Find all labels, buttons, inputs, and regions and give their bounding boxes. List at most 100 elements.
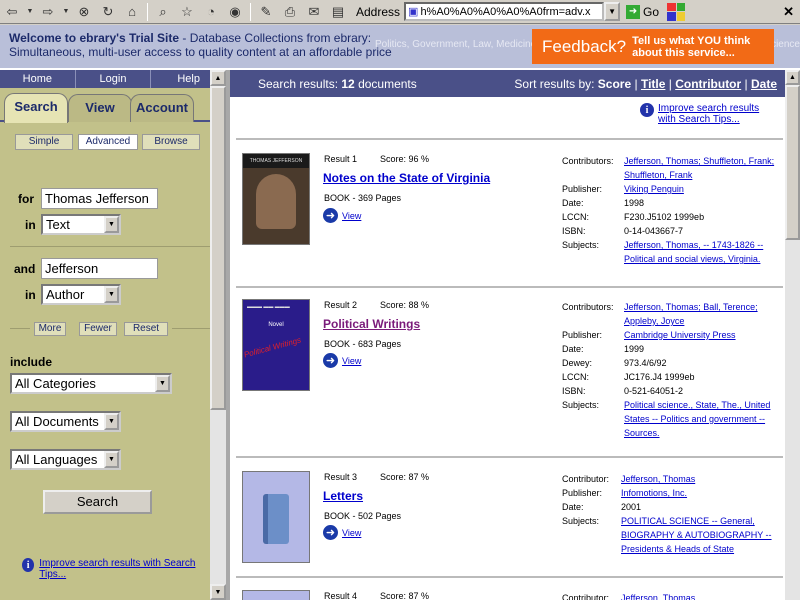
meta-key: ISBN: xyxy=(562,386,586,396)
windows-logo-icon xyxy=(667,2,686,21)
results-tips-link[interactable]: Improve search results with Search Tips.… xyxy=(658,103,768,125)
meta-value: 1999 xyxy=(624,344,645,354)
search-tips-link[interactable]: Improve search results with Search Tips.… xyxy=(39,558,202,580)
cover-red-title: Political Writings xyxy=(242,335,302,360)
feedback-subtitle: Tell us what YOU think about this servic… xyxy=(632,34,751,59)
publisher-link[interactable]: Cambridge University Press xyxy=(624,328,784,342)
feedback-button[interactable]: Feedback? Tell us what YOU think about t… xyxy=(532,29,774,64)
meta-value: 0-14-043667-7 xyxy=(624,226,684,236)
meta-key: Subjects: xyxy=(562,240,600,250)
chevron-down-icon: ▼ xyxy=(104,451,119,468)
meta-key: Publisher: xyxy=(562,184,603,194)
contributor-link[interactable]: Jefferson, Thomas xyxy=(621,472,781,486)
book-cover-image[interactable] xyxy=(242,590,310,600)
result-separator xyxy=(236,456,783,458)
book-cover-image[interactable]: ▬▬▬ ▬▬ ▬▬▬ Novel Political Writings xyxy=(242,299,310,391)
result-type: BOOK - 683 Pages xyxy=(324,339,402,349)
welcome-text: Welcome to ebrary's Trial Site - Databas… xyxy=(9,31,371,45)
field2-select[interactable]: Author ▼ xyxy=(41,284,121,305)
field1-select[interactable]: Text ▼ xyxy=(41,214,121,235)
more-button[interactable]: More xyxy=(34,322,66,336)
sort-contributor-link[interactable]: Contributor xyxy=(675,77,741,91)
contributors-link[interactable]: Jefferson, Thomas; Ball, Terence; Appleb… xyxy=(624,300,784,328)
arrow-right-icon: ➜ xyxy=(323,208,338,223)
documents-select[interactable]: All Documents ▼ xyxy=(10,411,121,432)
tab-account[interactable]: Account xyxy=(130,94,194,122)
forward-icon[interactable]: ⇨ xyxy=(38,3,58,21)
view-button[interactable]: ➜ View xyxy=(323,208,361,223)
meta-value: JC176.J4 1999eb xyxy=(624,372,695,382)
result-title-link[interactable]: Notes on the State of Virginia xyxy=(323,171,490,185)
edit-icon[interactable]: ✎ xyxy=(256,3,276,21)
stop-icon[interactable]: ⊗ xyxy=(74,3,94,21)
scroll-up-icon[interactable]: ▲ xyxy=(210,70,226,86)
subjects-link[interactable]: Jefferson, Thomas, -- 1743-1826 -- Polit… xyxy=(624,238,784,266)
back-dropdown-icon[interactable]: ▼ xyxy=(26,3,34,21)
refresh-icon[interactable]: ↻ xyxy=(98,3,118,21)
tab-view[interactable]: View xyxy=(68,94,132,122)
forward-dropdown-icon[interactable]: ▼ xyxy=(62,3,70,21)
publisher-link[interactable]: Infomotions, Inc. xyxy=(621,486,781,500)
toolbar-separator xyxy=(147,2,148,21)
media-icon[interactable]: ◉ xyxy=(225,3,245,21)
result-title-link[interactable]: Letters xyxy=(323,489,363,503)
scroll-up-icon[interactable]: ▲ xyxy=(785,70,800,85)
nav-home[interactable]: Home xyxy=(0,70,76,88)
sort-controls: Sort results by: Score | Title | Contrib… xyxy=(514,76,777,91)
view-link[interactable]: View xyxy=(342,528,361,538)
contributors-link[interactable]: Jefferson, Thomas; Shuffleton, Frank; Sh… xyxy=(624,154,784,182)
reset-button[interactable]: Reset xyxy=(124,322,168,336)
categories-select[interactable]: All Categories ▼ xyxy=(10,373,172,394)
subtab-advanced[interactable]: Advanced xyxy=(78,134,138,150)
welcome-bold: Welcome to ebrary's Trial Site xyxy=(9,31,180,45)
print-icon[interactable]: ⎙ xyxy=(280,3,300,21)
mail-icon[interactable]: ✉ xyxy=(304,3,324,21)
query1-input[interactable]: Thomas Jefferson xyxy=(41,188,158,209)
meta-value: F230.J5102 1999eb xyxy=(624,212,705,222)
contributor-link[interactable]: Jefferson, Thomas xyxy=(621,591,781,600)
result-metadata: Contributors: Jefferson, Thomas; Shufflet… xyxy=(562,154,784,266)
view-link[interactable]: View xyxy=(342,211,361,221)
languages-select[interactable]: All Languages ▼ xyxy=(10,449,121,470)
field2-value: Author xyxy=(46,287,85,302)
scroll-down-icon[interactable]: ▼ xyxy=(210,584,226,600)
back-icon[interactable]: ⇦ xyxy=(2,3,22,21)
close-icon[interactable]: ✕ xyxy=(783,4,794,20)
sort-date-link[interactable]: Date xyxy=(751,77,777,91)
scroll-thumb[interactable] xyxy=(785,85,800,240)
view-link[interactable]: View xyxy=(342,356,361,366)
subjects-link[interactable]: POLITICAL SCIENCE -- General, BIOGRAPHY … xyxy=(621,514,781,556)
meta-key: Contributors: xyxy=(562,302,614,312)
result-title-link[interactable]: Political Writings xyxy=(323,317,420,331)
meta-key: Publisher: xyxy=(562,330,603,340)
favorites-icon[interactable]: ☆ xyxy=(177,3,197,21)
subtab-browse[interactable]: Browse xyxy=(142,134,200,150)
go-button[interactable]: ➜ Go xyxy=(626,4,659,19)
address-dropdown-icon[interactable]: ▼ xyxy=(604,2,621,21)
publisher-link[interactable]: Viking Penguin xyxy=(624,182,784,196)
sort-title-link[interactable]: Title xyxy=(641,77,665,91)
query2-input[interactable]: Jefferson xyxy=(41,258,158,279)
tab-search[interactable]: Search xyxy=(4,93,68,123)
divider xyxy=(10,328,30,329)
view-button[interactable]: ➜ View xyxy=(323,353,361,368)
view-button[interactable]: ➜ View xyxy=(323,525,361,540)
results-scrollbar[interactable]: ▲ xyxy=(785,70,800,600)
address-input[interactable]: ▣ h%A0%A0%A0%A0%A0frm=adv.x xyxy=(404,2,605,21)
history-icon[interactable]: ◔ xyxy=(201,3,221,21)
search-button[interactable]: Search xyxy=(43,490,152,514)
nav-login[interactable]: Login xyxy=(76,70,152,88)
subjects-link[interactable]: Political science., State, The., United … xyxy=(624,398,784,440)
info-icon: i xyxy=(22,558,35,572)
scroll-thumb[interactable] xyxy=(210,86,226,410)
home-icon[interactable]: ⌂ xyxy=(122,3,142,21)
search-icon[interactable]: ⌕ xyxy=(153,3,173,21)
chevron-down-icon: ▼ xyxy=(104,216,119,233)
book-cover-image[interactable] xyxy=(242,471,310,563)
page-icon[interactable]: ▤ xyxy=(328,3,348,21)
sidebar-scrollbar[interactable]: ▲ ▼ xyxy=(210,70,226,600)
fewer-button[interactable]: Fewer xyxy=(79,322,117,336)
book-cover-image[interactable]: THOMAS JEFFERSON xyxy=(242,153,310,245)
meta-key: Date: xyxy=(562,502,584,512)
subtab-simple[interactable]: Simple xyxy=(15,134,73,150)
